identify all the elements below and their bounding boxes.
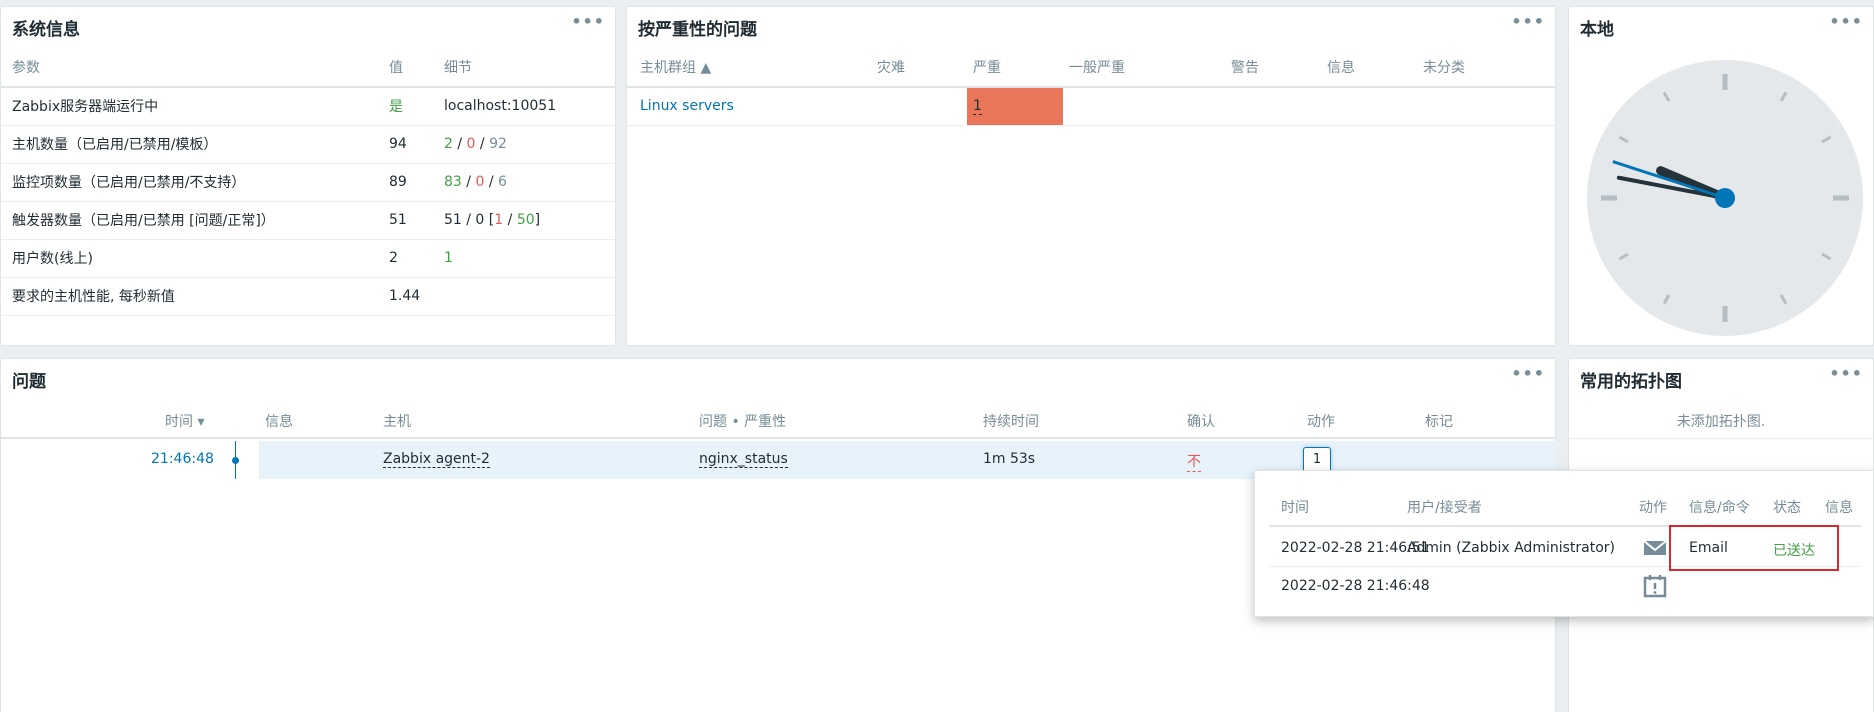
widget-menu-icon[interactable]: •••: [1511, 14, 1545, 30]
host-link[interactable]: Zabbix agent-2: [383, 451, 490, 468]
widget-title: 按严重性的问题 •••: [638, 12, 1545, 40]
col-actions: 动作: [1307, 414, 1335, 430]
action-user: Admin (Zabbix Administrator): [1407, 540, 1615, 556]
col-param: 参数: [1, 47, 389, 88]
timeline-dot: [232, 457, 239, 464]
actions-popup: 时间 用户/接受者 动作 信息/命令 状态 信息 2022-02-28 21:4…: [1254, 470, 1874, 617]
severity-table: 主机群组 ▲ 灾难 严重 一般严重 警告 信息 未分类 Linux server…: [627, 47, 1555, 126]
col-not-classified: 未分类: [1417, 47, 1555, 88]
problems-by-severity-widget: 按严重性的问题 ••• 主机群组 ▲ 灾难 严重 一般严重 警告 信息 未分类 L…: [626, 6, 1556, 346]
table-row: Zabbix服务器端运行中 是 localhost:10051: [1, 87, 615, 126]
widget-title: 常用的拓扑图 •••: [1580, 364, 1863, 392]
col-user: 用户/接受者: [1407, 500, 1482, 516]
widget-menu-icon[interactable]: •••: [1829, 14, 1863, 30]
widget-title: 本地 •••: [1580, 12, 1863, 40]
col-time: 时间: [1281, 500, 1309, 516]
col-info: 信息: [265, 414, 293, 430]
col-info: 信息: [1321, 47, 1417, 88]
widget-menu-icon[interactable]: •••: [1829, 366, 1863, 382]
ack-link[interactable]: 不: [1187, 451, 1201, 472]
table-row: Linux servers 1: [627, 87, 1555, 126]
problem-link[interactable]: nginx_status: [699, 451, 788, 468]
highlight-box: [1669, 525, 1839, 571]
widget-title: 系统信息 •••: [12, 12, 605, 40]
high-severity-cell[interactable]: 1: [967, 87, 1063, 126]
problems-header: 时间 ▾ 信息 主机 问题 • 严重性 持续时间 确认 动作 标记: [1, 399, 1555, 439]
table-row: 用户数(线上) 2 1: [1, 239, 615, 278]
col-high: 严重: [967, 47, 1063, 88]
col-host-group[interactable]: 主机群组 ▲: [627, 47, 871, 88]
action-time: 2022-02-28 21:46:48: [1281, 578, 1430, 594]
col-action: 动作: [1639, 500, 1667, 516]
analog-clock: [1587, 60, 1863, 336]
envelope-icon: [1643, 540, 1667, 555]
col-ack: 确认: [1187, 414, 1215, 430]
col-problem: 问题 • 严重性: [699, 414, 787, 430]
clock-widget: 本地 •••: [1568, 6, 1874, 346]
col-duration: 持续时间: [983, 414, 1039, 430]
col-average: 一般严重: [1063, 47, 1225, 88]
widget-menu-icon[interactable]: •••: [1511, 366, 1545, 382]
problem-time-link[interactable]: 21:46:48: [151, 451, 214, 467]
host-group-link[interactable]: Linux servers: [627, 87, 871, 126]
table-row: 要求的主机性能, 每秒新值 1.44: [1, 277, 615, 316]
col-value: 值: [389, 47, 444, 88]
table-row: 触发器数量（已启用/已禁用 [问题/正常]） 51 51 / 0 [1 / 50…: [1, 201, 615, 240]
duration-value: 1m 53s: [983, 451, 1036, 467]
col-warning: 警告: [1225, 47, 1321, 88]
table-row: 主机数量（已启用/已禁用/模板） 94 2 / 0 / 92: [1, 125, 615, 164]
widget-title: 问题 •••: [12, 364, 1545, 392]
col-detail: 细节: [444, 47, 615, 88]
col-time[interactable]: 时间 ▾: [165, 411, 204, 431]
widget-menu-icon[interactable]: •••: [571, 14, 605, 30]
col-info: 信息: [1825, 500, 1853, 516]
system-info-widget: 系统信息 ••• 参数 值 细节 Zabbix服务器端运行中 是 localhos…: [0, 6, 616, 346]
col-tags: 标记: [1425, 414, 1453, 430]
system-info-table: 参数 值 细节 Zabbix服务器端运行中 是 localhost:10051 …: [1, 47, 615, 316]
popup-header: 时间 用户/接受者 动作 信息/命令 状态 信息: [1269, 471, 1861, 527]
col-status: 状态: [1773, 500, 1801, 516]
problem-calendar-icon: [1643, 575, 1667, 598]
table-row: 监控项数量（已启用/已禁用/不支持） 89 83 / 0 / 6: [1, 163, 615, 202]
col-command: 信息/命令: [1689, 500, 1750, 516]
col-disaster: 灾难: [871, 47, 967, 88]
col-host: 主机: [383, 414, 411, 430]
empty-maps-message: 未添加拓扑图.: [1569, 399, 1873, 439]
clock-center: [1715, 188, 1735, 208]
table-row: 2022-02-28 21:46:48: [1269, 567, 1861, 605]
